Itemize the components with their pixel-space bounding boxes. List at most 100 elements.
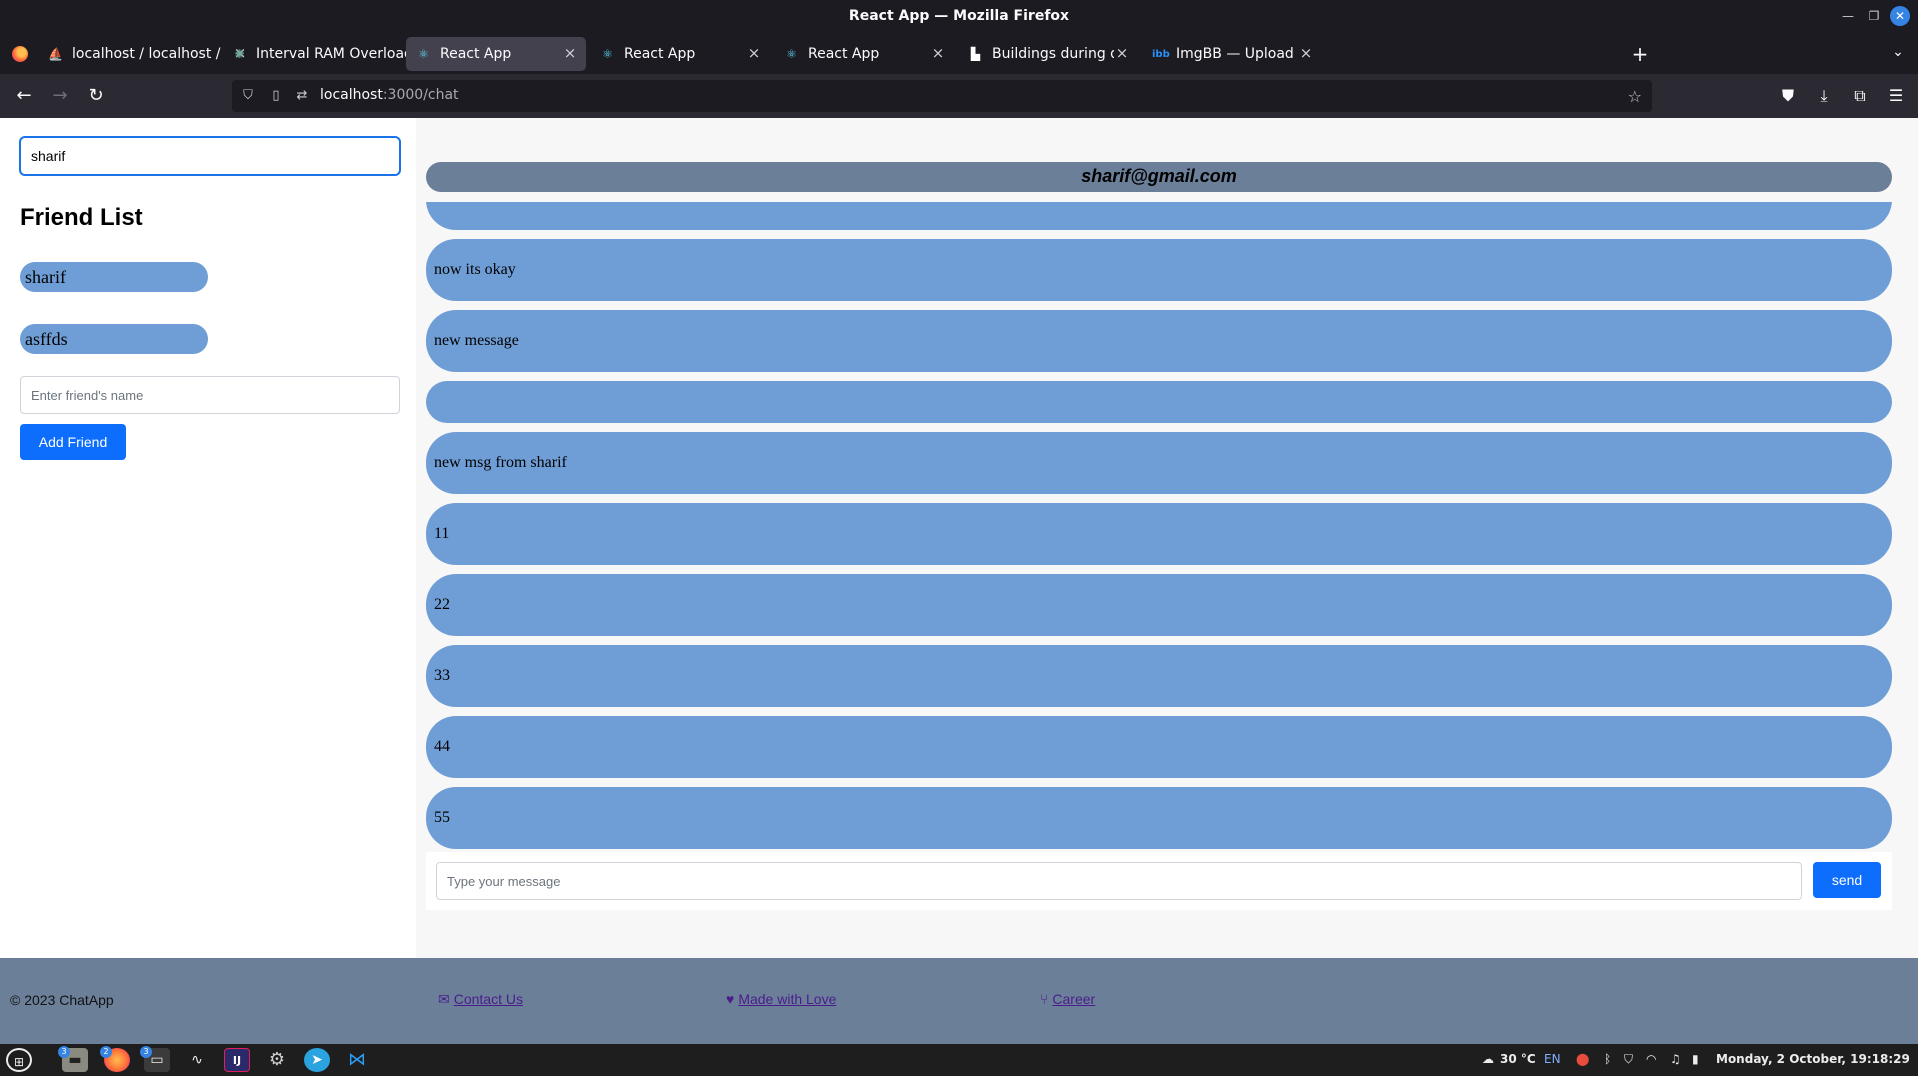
- chat-panel: sharif@gmail.com now its okay new messag…: [416, 118, 1918, 958]
- menu-icon[interactable]: ☰: [1884, 84, 1908, 108]
- page-icon[interactable]: ▯: [268, 88, 284, 104]
- contact-us-label: Contact Us: [453, 991, 523, 1007]
- unsplash-icon: ▙: [970, 47, 981, 61]
- shield-icon[interactable]: ⛉: [240, 88, 256, 104]
- message-bubble: 44: [426, 716, 1892, 778]
- friend-list-title: Friend List: [20, 204, 143, 231]
- chevron-down-icon[interactable]: ⌄: [1888, 44, 1908, 64]
- react-icon: ⚛: [602, 47, 613, 61]
- tab-label: Buildings during day photo: [992, 46, 1114, 62]
- made-with-love-label: Made with Love: [738, 991, 837, 1007]
- tab-react-app-2[interactable]: ⚛ React App ×: [590, 37, 770, 71]
- permissions-icon[interactable]: ⇄: [294, 88, 310, 104]
- shield-tray-icon[interactable]: ⛉: [1624, 1052, 1633, 1067]
- window-title: React App — Mozilla Firefox: [848, 8, 1070, 24]
- system-monitor-icon[interactable]: ∿: [184, 1048, 210, 1072]
- firefox-taskbar-icon[interactable]: 2: [100, 1046, 130, 1072]
- friend-name-input[interactable]: [20, 376, 400, 414]
- forward-icon[interactable]: →: [48, 84, 72, 108]
- download-icon[interactable]: ⤓: [1812, 84, 1836, 108]
- url-bar[interactable]: ⛉ ▯ ⇄ localhost:3000/chat ☆: [232, 80, 1652, 112]
- weather-icon[interactable]: ☁: [1482, 1052, 1494, 1066]
- vscode-icon[interactable]: ⋈: [344, 1048, 370, 1072]
- message-bubble: [426, 381, 1892, 423]
- mint-menu-icon[interactable]: ⊞: [6, 1048, 32, 1072]
- made-with-love-link[interactable]: ♥ Made with Love: [726, 991, 836, 1007]
- navigation-bar: ← → ↻ ⛉ ▯ ⇄ localhost:3000/chat ☆ ⛊ ⤓ ⧉ …: [0, 74, 1918, 118]
- message-bubble: now its okay: [426, 239, 1892, 301]
- settings-gear-icon[interactable]: ⚙: [264, 1048, 290, 1072]
- page-content: Friend List sharif asffds Add Friend sha…: [0, 118, 1918, 1044]
- message-bubble: [426, 202, 1892, 230]
- tab-label: ImgBB — Upload Image — I: [1176, 46, 1298, 62]
- clock-text[interactable]: Monday, 2 October, 19:18:29: [1716, 1052, 1910, 1066]
- back-icon[interactable]: ←: [12, 84, 36, 108]
- terminal-icon[interactable]: ▭ 3: [140, 1046, 170, 1072]
- message-bubble: 55: [426, 787, 1892, 849]
- window-titlebar: React App — Mozilla Firefox — ❐ ✕: [0, 0, 1918, 34]
- tab-close-icon[interactable]: ×: [562, 45, 578, 61]
- tab-buildings[interactable]: ▙ Buildings during day photo ×: [958, 37, 1138, 71]
- tab-react-app-active[interactable]: ⚛ React App ×: [406, 37, 586, 71]
- files-icon[interactable]: ▬ 3: [58, 1046, 88, 1072]
- tab-close-icon[interactable]: ×: [1114, 45, 1130, 61]
- send-button[interactable]: send: [1813, 862, 1881, 898]
- battery-icon[interactable]: ▮: [1692, 1052, 1699, 1066]
- friend-item[interactable]: sharif: [20, 262, 208, 292]
- tab-react-app-3[interactable]: ⚛ React App ×: [774, 37, 954, 71]
- tab-close-icon[interactable]: ×: [930, 45, 946, 61]
- maximize-icon[interactable]: ❐: [1864, 6, 1884, 26]
- career-label: Career: [1052, 991, 1096, 1007]
- tab-close-icon[interactable]: ×: [1298, 45, 1314, 61]
- url-host: localhost: [320, 87, 383, 103]
- telegram-icon[interactable]: ➤: [304, 1048, 330, 1072]
- message-list[interactable]: now its okay new message new msg from sh…: [426, 202, 1892, 952]
- window-count-badge: 2: [100, 1046, 112, 1058]
- imgbb-icon: ibb: [1152, 49, 1170, 60]
- new-tab-icon[interactable]: +: [1628, 42, 1652, 66]
- tab-label: Interval RAM Overload Fix: [256, 46, 406, 62]
- add-friend-button[interactable]: Add Friend: [20, 424, 126, 460]
- os-taskbar: ⊞ ▬ 3 2 ▭ 3 ∿ IJ ⚙ ➤ ⋈ ☁ 30 °C EN ⬤ ᛒ ⛉ ◠ …: [0, 1044, 1918, 1076]
- reload-icon[interactable]: ↻: [84, 84, 108, 108]
- intellij-icon[interactable]: IJ: [224, 1048, 250, 1072]
- firefox-icon[interactable]: [12, 46, 28, 62]
- chat-header: sharif@gmail.com: [426, 162, 1892, 192]
- message-bubble: new message: [426, 310, 1892, 372]
- message-bubble: 11: [426, 503, 1892, 565]
- branch-icon: ⑂: [1040, 991, 1049, 1007]
- window-close-icon[interactable]: ✕: [1890, 6, 1910, 26]
- react-icon: ⚛: [786, 47, 797, 61]
- extensions-icon[interactable]: ⧉: [1848, 84, 1872, 108]
- chatgpt-icon: ✺: [234, 47, 245, 61]
- music-icon[interactable]: ♫: [1670, 1052, 1681, 1066]
- keyboard-layout[interactable]: EN: [1544, 1052, 1561, 1066]
- tab-close-icon[interactable]: ×: [746, 45, 762, 61]
- footer: © 2023 ChatApp ✉ Contact Us ♥ Made with Lo…: [0, 958, 1918, 1044]
- envelope-icon: ✉: [438, 991, 450, 1007]
- message-bubble: 33: [426, 645, 1892, 707]
- url-text[interactable]: localhost:3000/chat: [320, 87, 459, 103]
- message-input[interactable]: [436, 862, 1802, 900]
- bluetooth-icon[interactable]: ᛒ: [1604, 1052, 1611, 1066]
- contact-us-link[interactable]: ✉ Contact Us: [438, 991, 523, 1008]
- message-bubble: new msg from sharif: [426, 432, 1892, 494]
- message-bubble: 22: [426, 574, 1892, 636]
- update-manager-icon[interactable]: ⬤: [1576, 1052, 1589, 1066]
- friend-item[interactable]: asffds: [20, 324, 208, 354]
- tab-imgbb[interactable]: ibb ImgBB — Upload Image — I ×: [1142, 37, 1322, 71]
- react-icon: ⚛: [418, 47, 429, 61]
- tab-label: localhost / localhost / chatA: [72, 46, 222, 62]
- message-composer: send: [426, 852, 1892, 910]
- copyright-text: © 2023 ChatApp: [10, 992, 114, 1008]
- wifi-icon[interactable]: ◠: [1646, 1052, 1656, 1066]
- temperature-text[interactable]: 30 °C: [1500, 1052, 1536, 1066]
- heart-icon: ♥: [726, 991, 735, 1007]
- pocket-icon[interactable]: ⛊: [1776, 84, 1800, 108]
- career-link[interactable]: ⑂ Career: [1040, 991, 1095, 1007]
- url-path: :3000/chat: [382, 87, 459, 103]
- bookmark-star-icon[interactable]: ☆: [1628, 87, 1642, 106]
- window-count-badge: 3: [140, 1046, 152, 1058]
- friend-search-input[interactable]: [19, 136, 401, 176]
- minimize-icon[interactable]: —: [1838, 6, 1858, 26]
